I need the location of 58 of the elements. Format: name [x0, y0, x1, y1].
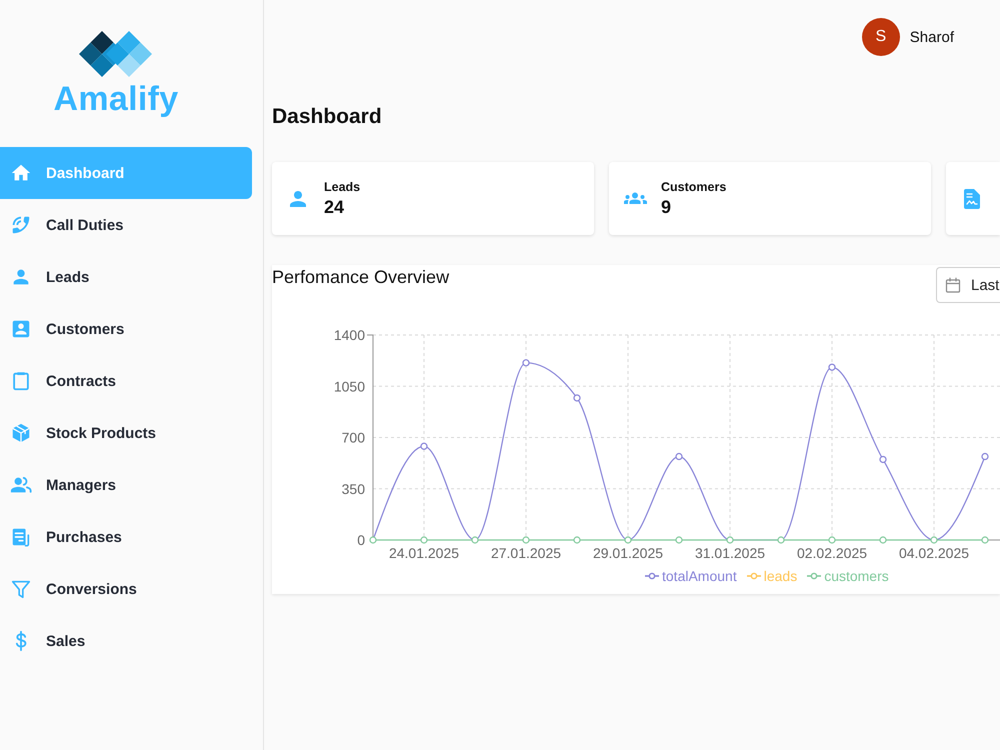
data-point	[981, 452, 989, 460]
data-point	[828, 364, 836, 371]
nav-item[interactable]: Stock Products	[0, 407, 252, 459]
data-point	[930, 536, 938, 544]
axis-tick-label: 27.01.2025	[490, 545, 562, 561]
stat-label: Customers	[661, 178, 726, 194]
phone-icon	[10, 214, 32, 236]
axis-tick-label: 0	[357, 532, 365, 548]
contact-card-icon	[10, 318, 32, 340]
funnel-icon	[10, 578, 32, 600]
nav-item[interactable]: Leads	[0, 251, 252, 303]
axis-tick-label: 24.01.2025	[388, 545, 460, 561]
axis-tick-label: 29.01.2025	[592, 545, 664, 561]
nav-item[interactable]: Sales	[0, 615, 252, 667]
nav-item[interactable]: Contracts	[0, 355, 252, 407]
data-point	[624, 536, 632, 544]
axis-tick-label: 02.02.2025	[796, 545, 868, 561]
logo-text: Amalify	[54, 79, 178, 119]
data-point	[573, 536, 581, 544]
data-point	[777, 536, 785, 544]
axis-tick-label: 04.02.2025	[898, 545, 970, 561]
axis-tick-label: 350	[342, 480, 365, 497]
data-point	[726, 536, 734, 544]
package-icon	[10, 422, 32, 444]
axis-tick-label: 1050	[334, 378, 365, 394]
data-point	[420, 442, 428, 450]
data-point	[522, 536, 530, 544]
data-point	[369, 536, 377, 544]
data-point	[573, 394, 581, 402]
user-avatar[interactable]: S	[862, 18, 900, 56]
data-point	[522, 359, 530, 366]
chart-title: Perfomance Overview	[272, 266, 450, 289]
nav-item[interactable]: Customers	[0, 303, 252, 355]
axis-tick-label: 31.01.2025	[694, 545, 766, 561]
logo-mark-icon	[79, 30, 153, 78]
nav-item[interactable]: Conversions	[0, 563, 252, 615]
data-point	[828, 536, 836, 544]
data-point	[675, 452, 683, 460]
data-point	[981, 536, 989, 544]
data-point	[879, 536, 887, 544]
axis-tick-label: 1400	[334, 327, 365, 343]
clipboard-icon	[10, 370, 32, 392]
data-point	[675, 536, 683, 544]
stat-label: Leads	[324, 178, 360, 194]
page-title: Dashboard	[272, 104, 383, 130]
data-point	[879, 456, 887, 464]
data-point	[471, 536, 479, 544]
calendar-icon	[945, 277, 961, 293]
nav-item[interactable]: Call Duties	[0, 199, 252, 251]
nav-item[interactable]: Managers	[0, 459, 252, 511]
date-range-button[interactable]: Last	[936, 267, 1000, 303]
axis-tick-label: 700	[342, 430, 365, 446]
stat-value: 9	[661, 196, 672, 218]
data-point	[420, 536, 428, 544]
stat-value: 24	[324, 196, 346, 218]
user-name[interactable]: Sharof	[910, 28, 954, 46]
nav-item[interactable]: Purchases	[0, 511, 252, 563]
receipt-icon	[10, 526, 32, 548]
